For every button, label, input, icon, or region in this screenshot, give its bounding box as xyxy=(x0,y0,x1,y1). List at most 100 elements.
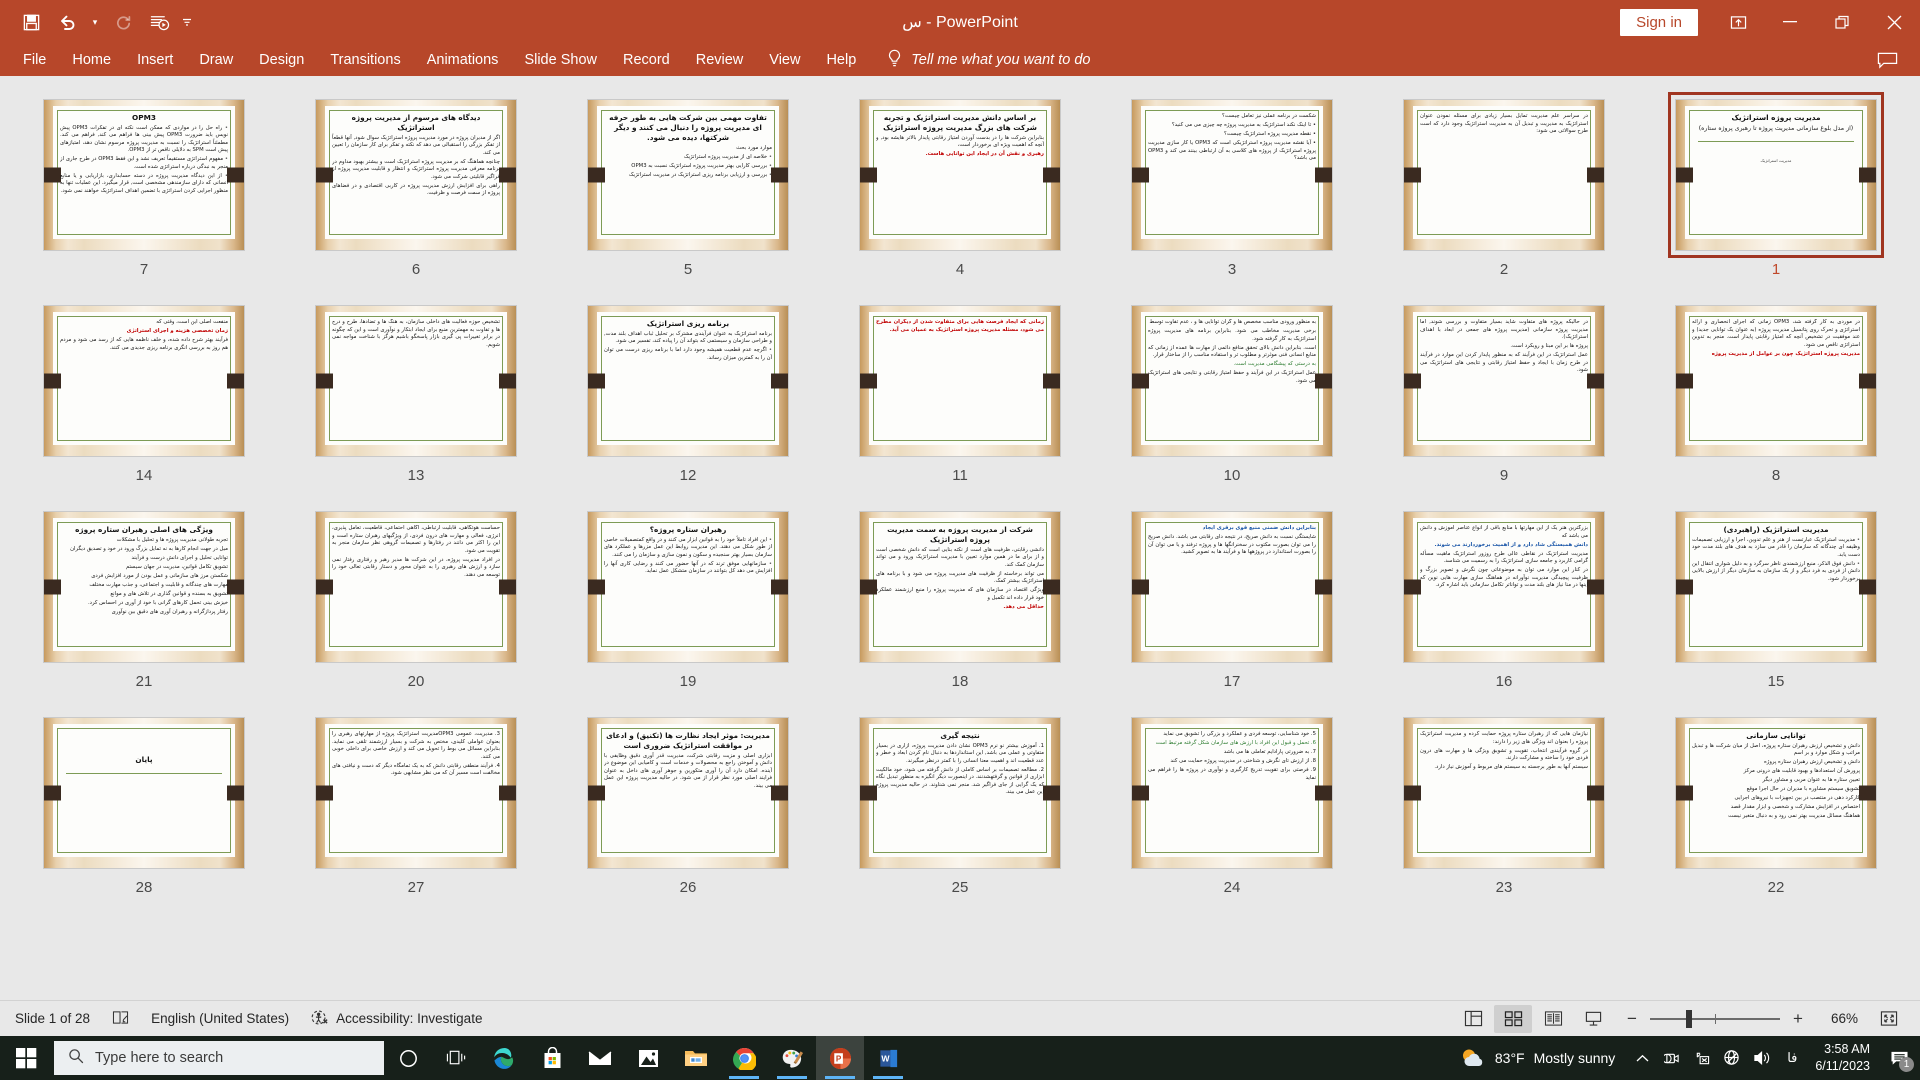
slide-thumbnail-17[interactable]: بنابراین دانش ضمنی منبع قوی برقری ایجاد ش… xyxy=(1126,506,1338,668)
fit-to-window-button[interactable] xyxy=(1870,1005,1908,1033)
slide-preview[interactable]: در حالیکه پروژه های متفاوت شاید بسیار مت… xyxy=(1404,306,1604,456)
cortana-icon[interactable] xyxy=(384,1036,432,1080)
slide-thumbnail-22[interactable]: توانایی سازمانی دانش و تشخیص ارزش رهبران … xyxy=(1670,712,1882,874)
tab-file[interactable]: File xyxy=(10,47,59,73)
slide-thumbnail-27[interactable]: 3. مدیریت، عمومی OPM3مدیریت استراتژیک پر… xyxy=(310,712,522,874)
zoom-in-button[interactable]: + xyxy=(1790,1009,1806,1029)
tab-slide-show[interactable]: Slide Show xyxy=(511,47,610,73)
restore-button[interactable] xyxy=(1816,0,1868,44)
minimize-button[interactable] xyxy=(1764,0,1816,44)
slide-thumbnail-10[interactable]: به منظور ورودی مناسب مخصص ها و گران توان… xyxy=(1126,300,1338,462)
tab-design[interactable]: Design xyxy=(246,47,317,73)
tell-me-search[interactable]: Tell me what you want to do xyxy=(887,49,1091,72)
slide-thumbnail-3[interactable]: شکست در برنامه عملی نیز تعامل چیست؟ • تا … xyxy=(1126,94,1338,256)
normal-view-button[interactable] xyxy=(1454,1005,1492,1033)
slide-sorter-view-button[interactable] xyxy=(1494,1004,1532,1033)
tab-home[interactable]: Home xyxy=(59,47,124,73)
input-language-icon[interactable]: فا xyxy=(1777,1036,1807,1080)
weather-widget[interactable]: 83°F Mostly sunny xyxy=(1448,1047,1627,1070)
start-button[interactable] xyxy=(0,1036,52,1080)
slide-preview[interactable]: ویژگی های اصلی رهبران ستاره پروژه تجربه ط… xyxy=(44,512,244,662)
slide-preview[interactable]: بزرگترین هنر یک از این مهارتها با منابع … xyxy=(1404,512,1604,662)
slide-thumbnail-23[interactable]: نیازمان هایی که از رهبران ستاره پروژه حم… xyxy=(1398,712,1610,874)
slide-preview[interactable]: نتیجه گیری 1. آموزش بیشتر نو نرم OPM3 نشا… xyxy=(860,718,1060,868)
slide-preview[interactable]: بنابراین دانش ضمنی منبع قوی برقری ایجاد ش… xyxy=(1132,512,1332,662)
zoom-percentage[interactable]: 66% xyxy=(1816,1011,1858,1026)
slide-preview[interactable]: 5. خود شناسایی، توسعه فردی و عملکرد و بز… xyxy=(1132,718,1332,868)
slide-preview[interactable]: بر اساس دانش مدیریت استراتژیک و تجربه شر… xyxy=(860,100,1060,250)
slide-thumbnail-12[interactable]: برنامه ریزی استراتژیک برنامه استراتژیک به… xyxy=(582,300,794,462)
slide-preview[interactable]: شرکت از مدیریت پروژه به سمت مدیریت پروژه… xyxy=(860,512,1060,662)
slide-preview[interactable]: حساست هوتگاهی، قابلیت ارتباطی، آگاهی احت… xyxy=(316,512,516,662)
slide-preview[interactable]: تشخیص حوزه فعالیت های داخلی سازمان، به ه… xyxy=(316,306,516,456)
slide-thumbnail-8[interactable]: در موردی به کار گرفته شد، OPM3 زمانی که … xyxy=(1670,300,1882,462)
slide-show-view-button[interactable] xyxy=(1574,1005,1612,1033)
slide-thumbnail-2[interactable]: در سراسر علم مدیریت تمایل بسیار زیادی بر… xyxy=(1398,94,1610,256)
tab-record[interactable]: Record xyxy=(610,47,683,73)
slide-preview[interactable]: OPM3 راه حل را در مواردی که ممکن است نکته… xyxy=(44,100,244,250)
sign-in-button[interactable]: Sign in xyxy=(1620,8,1698,36)
tab-animations[interactable]: Animations xyxy=(414,47,512,73)
slide-thumbnail-20[interactable]: حساست هوتگاهی، قابلیت ارتباطی، آگاهی احت… xyxy=(310,506,522,668)
slide-preview[interactable]: مدیریت پروژه استراتژیک (از مدل بلوغ سازما… xyxy=(1676,100,1876,250)
zoom-slider-handle[interactable] xyxy=(1686,1009,1693,1028)
show-hidden-icons-chevron-icon[interactable] xyxy=(1627,1036,1657,1080)
slide-thumbnail-25[interactable]: نتیجه گیری 1. آموزش بیشتر نو نرم OPM3 نشا… xyxy=(854,712,1066,874)
mail-icon[interactable] xyxy=(576,1036,624,1080)
clock[interactable]: 3:58 AM 6/11/2023 xyxy=(1807,1041,1882,1075)
slide-preview[interactable]: منفعت اصلی این است، وقتی که زمان تخصصی ه… xyxy=(44,306,244,456)
tab-transitions[interactable]: Transitions xyxy=(317,47,413,73)
language-indicator[interactable]: English (United States) xyxy=(140,1007,300,1030)
paint-icon[interactable] xyxy=(768,1036,816,1080)
save-button[interactable] xyxy=(14,6,48,38)
notes-button[interactable] xyxy=(101,1006,140,1032)
microsoft-store-icon[interactable] xyxy=(528,1036,576,1080)
edge-icon[interactable] xyxy=(480,1036,528,1080)
slide-thumbnail-7[interactable]: OPM3 راه حل را در مواردی که ممکن است نکته… xyxy=(38,94,250,256)
slide-preview[interactable]: در موردی به کار گرفته شد، OPM3 زمانی که … xyxy=(1676,306,1876,456)
slide-thumbnail-4[interactable]: بر اساس دانش مدیریت استراتژیک و تجربه شر… xyxy=(854,94,1066,256)
slide-preview[interactable]: زمانی که ایجاد فرصت هایی برای متفاوت شدن… xyxy=(860,306,1060,456)
slide-thumbnail-14[interactable]: منفعت اصلی این است، وقتی که زمان تخصصی ه… xyxy=(38,300,250,462)
slide-preview[interactable]: رهبران ستاره پروژه؟ این افراد تاملاً خود … xyxy=(588,512,788,662)
slide-preview[interactable]: تفاوت مهمی بین شرکت هایی به طور حرفه ای … xyxy=(588,100,788,250)
network-offline-icon[interactable] xyxy=(1717,1036,1747,1080)
task-view-icon[interactable] xyxy=(432,1036,480,1080)
slide-preview[interactable]: دیدگاه های مرسوم از مدیریت پروژه استراتژ… xyxy=(316,100,516,250)
slide-preview[interactable]: به منظور ورودی مناسب مخصص ها و گران توان… xyxy=(1132,306,1332,456)
customize-qat-icon[interactable] xyxy=(178,6,196,38)
tab-view[interactable]: View xyxy=(756,47,813,73)
slide-counter[interactable]: Slide 1 of 28 xyxy=(4,1007,101,1030)
undo-dropdown-chevron-icon[interactable]: ▾ xyxy=(86,6,104,38)
tab-insert[interactable]: Insert xyxy=(124,47,186,73)
slide-thumbnail-9[interactable]: در حالیکه پروژه های متفاوت شاید بسیار مت… xyxy=(1398,300,1610,462)
slide-preview[interactable]: نیازمان هایی که از رهبران ستاره پروژه حم… xyxy=(1404,718,1604,868)
slide-thumbnail-1[interactable]: مدیریت پروژه استراتژیک (از مدل بلوغ سازما… xyxy=(1668,92,1884,258)
zoom-slider[interactable] xyxy=(1650,1009,1780,1028)
start-from-beginning-button[interactable] xyxy=(142,6,176,38)
slide-thumbnail-11[interactable]: زمانی که ایجاد فرصت هایی برای متفاوت شدن… xyxy=(854,300,1066,462)
camera-status-icon[interactable] xyxy=(1657,1036,1687,1080)
slide-thumbnail-16[interactable]: بزرگترین هنر یک از این مهارتها با منابع … xyxy=(1398,506,1610,668)
slide-thumbnail-24[interactable]: 5. خود شناسایی، توسعه فردی و عملکرد و بز… xyxy=(1126,712,1338,874)
onedrive-paused-icon[interactable] xyxy=(1687,1036,1717,1080)
slide-thumbnail-21[interactable]: ویژگی های اصلی رهبران ستاره پروژه تجربه ط… xyxy=(38,506,250,668)
slide-thumbnail-6[interactable]: دیدگاه های مرسوم از مدیریت پروژه استراتژ… xyxy=(310,94,522,256)
slide-thumbnail-13[interactable]: تشخیص حوزه فعالیت های داخلی سازمان، به ه… xyxy=(310,300,522,462)
slide-preview[interactable]: در سراسر علم مدیریت تمایل بسیار زیادی بر… xyxy=(1404,100,1604,250)
slide-sorter-pane[interactable]: مدیریت پروژه استراتژیک (از مدل بلوغ سازما… xyxy=(0,76,1920,1000)
slide-thumbnail-26[interactable]: مدیریت: موثر ایجاد نظارت ها (تکنیق) و اد… xyxy=(582,712,794,874)
reading-view-button[interactable] xyxy=(1534,1005,1572,1033)
file-explorer-icon[interactable] xyxy=(672,1036,720,1080)
powerpoint-icon[interactable]: P xyxy=(816,1036,864,1080)
slide-preview[interactable]: پایان xyxy=(44,718,244,868)
undo-button[interactable] xyxy=(50,6,84,38)
comments-button[interactable] xyxy=(1870,44,1904,76)
chrome-icon[interactable] xyxy=(720,1036,768,1080)
ribbon-display-options-button[interactable] xyxy=(1712,0,1764,44)
zoom-out-button[interactable]: − xyxy=(1624,1009,1640,1029)
volume-icon[interactable] xyxy=(1747,1036,1777,1080)
slide-thumbnail-19[interactable]: رهبران ستاره پروژه؟ این افراد تاملاً خود … xyxy=(582,506,794,668)
taskbar-search-box[interactable]: Type here to search xyxy=(54,1041,384,1075)
slide-preview[interactable]: شکست در برنامه عملی نیز تعامل چیست؟ • تا … xyxy=(1132,100,1332,250)
